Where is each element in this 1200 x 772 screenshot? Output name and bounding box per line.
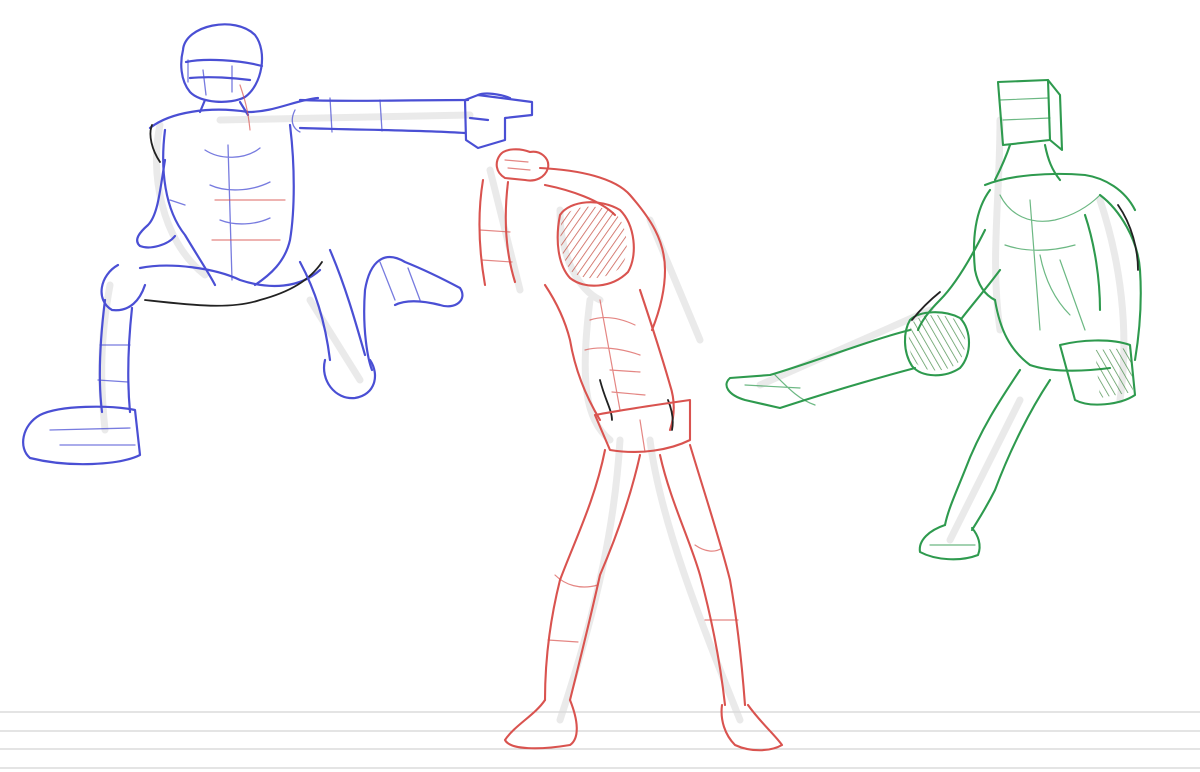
- blue-figure: [22, 23, 534, 466]
- ground-guide-lines: [0, 711, 1200, 769]
- green-figure: [725, 78, 1142, 561]
- red-figure: [478, 148, 784, 752]
- sketch-canvas: [0, 23, 1200, 769]
